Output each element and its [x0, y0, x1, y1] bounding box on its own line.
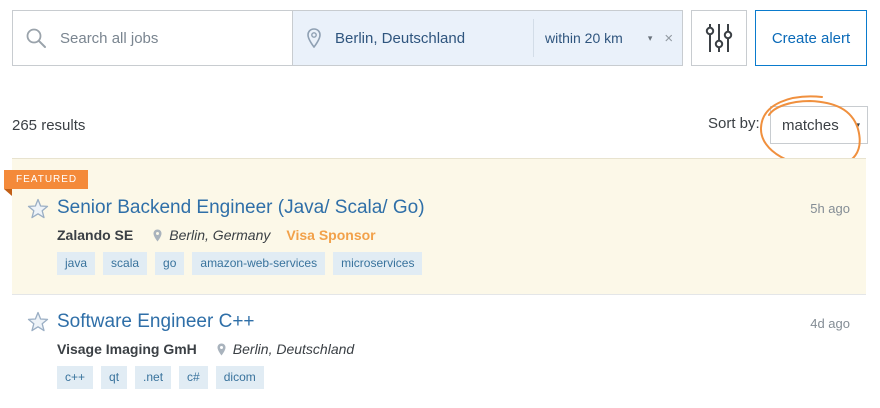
job-location: Berlin, Germany	[169, 227, 271, 243]
location-input[interactable]: Berlin, Deutschland within 20 km ▾ ×	[293, 11, 682, 65]
tag[interactable]: qt	[101, 366, 128, 389]
job-title[interactable]: Software Engineer C++	[57, 311, 255, 333]
tag[interactable]: java	[57, 252, 96, 275]
radius-select[interactable]: within 20 km ▾ ×	[533, 19, 681, 57]
visa-sponsor-badge: Visa Sponsor	[286, 227, 376, 243]
featured-badge: FEATURED	[4, 170, 88, 189]
search-icon	[26, 28, 46, 48]
tag[interactable]: c++	[57, 366, 94, 389]
star-icon[interactable]	[27, 311, 49, 333]
tag[interactable]: microservices	[333, 252, 423, 275]
star-icon[interactable]	[27, 198, 49, 220]
tag[interactable]: go	[155, 252, 185, 275]
company-name[interactable]: Zalando SE	[57, 227, 133, 243]
location-value: Berlin, Deutschland	[335, 29, 466, 47]
location-pin-icon	[307, 28, 321, 48]
sort-select[interactable]: matches ▾	[770, 106, 868, 144]
clear-location-icon[interactable]: ×	[664, 30, 673, 47]
job-meta: Zalando SE Berlin, Germany Visa Sponsor	[57, 227, 376, 243]
tag[interactable]: amazon-web-services	[192, 252, 326, 275]
tag[interactable]: .net	[135, 366, 172, 389]
job-age: 4d ago	[810, 316, 850, 331]
sort-value: matches	[782, 116, 839, 134]
job-search-bar: Search all jobs Berlin, Deutschland with…	[12, 10, 683, 66]
job-tags: java scala go amazon-web-services micros…	[57, 252, 430, 275]
tag[interactable]: scala	[103, 252, 148, 275]
chevron-down-icon: ▾	[855, 120, 860, 130]
radius-value: within 20 km	[545, 30, 623, 46]
job-listing[interactable]: Software Engineer C++ 4d ago Visage Imag…	[12, 296, 866, 408]
featured-badge-fold	[4, 189, 12, 196]
chevron-down-icon: ▾	[647, 32, 653, 43]
job-age: 5h ago	[810, 201, 850, 216]
sliders-icon	[705, 24, 733, 52]
tag[interactable]: c#	[179, 366, 208, 389]
results-count: 265 results	[12, 117, 86, 134]
create-alert-button[interactable]: Create alert	[755, 10, 867, 66]
job-title[interactable]: Senior Backend Engineer (Java/ Scala/ Go…	[57, 197, 425, 219]
company-name[interactable]: Visage Imaging GmH	[57, 341, 197, 357]
job-listing-featured[interactable]: FEATURED Senior Backend Engineer (Java/ …	[4, 158, 866, 295]
search-input[interactable]: Search all jobs	[13, 11, 293, 65]
filter-button[interactable]	[691, 10, 747, 66]
sort-label: Sort by:	[708, 115, 760, 132]
search-placeholder: Search all jobs	[60, 29, 159, 47]
location-pin-icon	[153, 229, 162, 241]
job-meta: Visage Imaging GmH Berlin, Deutschland	[57, 341, 354, 357]
job-location: Berlin, Deutschland	[232, 341, 355, 357]
job-tags: c++ qt .net c# dicom	[57, 366, 272, 389]
location-pin-icon	[217, 343, 226, 355]
tag[interactable]: dicom	[215, 366, 264, 389]
